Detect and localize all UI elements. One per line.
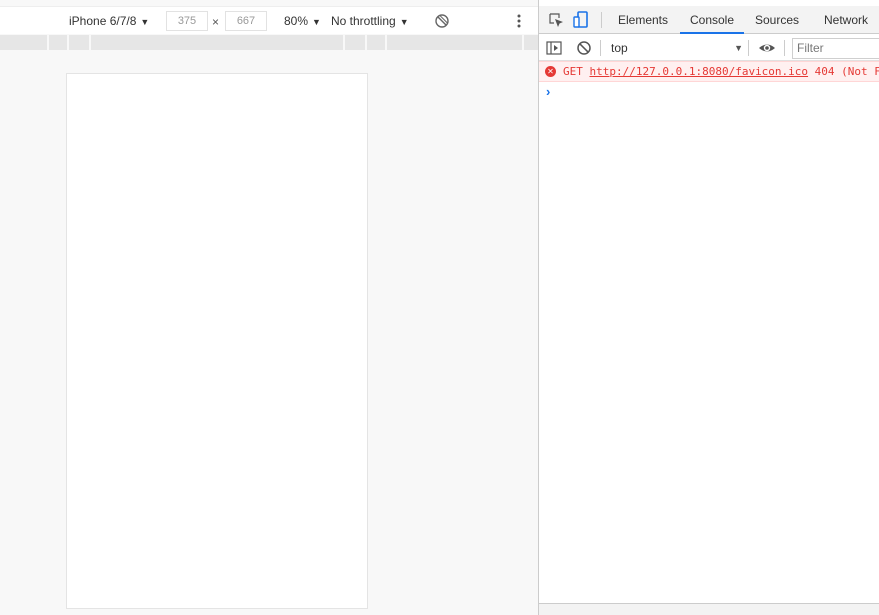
throttling-select-label: No throttling: [331, 14, 396, 28]
request-method: GET: [563, 65, 583, 78]
tab-console[interactable]: Console: [680, 6, 744, 34]
prompt-chevron-icon: ›: [546, 84, 551, 99]
chevron-down-icon: ▼: [140, 17, 150, 27]
media-query-divider: [89, 35, 91, 50]
devtools-tabbar: Elements Console Sources Network: [539, 6, 879, 34]
chevron-down-icon: ▼: [312, 17, 321, 27]
request-url-link[interactable]: http://127.0.0.1:8080/favicon.ico: [590, 65, 809, 78]
eye-icon[interactable]: [758, 40, 776, 56]
console-toolbar: top ▼ Filter: [539, 35, 879, 61]
clear-console-icon[interactable]: [576, 40, 592, 56]
context-select[interactable]: top ▼: [611, 38, 743, 58]
context-select-label: top: [611, 41, 628, 55]
console-prompt[interactable]: ›: [539, 83, 879, 101]
filter-input[interactable]: Filter: [792, 38, 879, 59]
throttling-select[interactable]: No throttling ▼: [331, 7, 409, 35]
response-status: 404 (Not Found): [814, 65, 879, 78]
inspect-element-icon[interactable]: [548, 12, 564, 28]
toolbar-divider: [601, 12, 602, 28]
tab-sources[interactable]: Sources: [748, 6, 806, 34]
device-select[interactable]: iPhone 6/7/8 ▼: [69, 7, 149, 35]
chevron-down-icon: ▼: [734, 43, 743, 53]
device-emulation-pane: iPhone 6/7/8 ▼ 375 × 667 80% ▼ No throttli…: [0, 0, 538, 615]
media-query-bar[interactable]: [0, 35, 538, 50]
console-sidebar-icon[interactable]: [546, 40, 562, 56]
zoom-select-label: 80%: [284, 14, 309, 28]
dimension-separator: ×: [212, 15, 220, 29]
console-messages: ✕ GET http://127.0.0.1:8080/favicon.ico …: [539, 61, 879, 601]
media-query-divider: [67, 35, 69, 50]
devtools-panel: Elements Console Sources Network top ▼ F…: [539, 0, 879, 615]
device-toolbar: iPhone 6/7/8 ▼ 375 × 667 80% ▼ No throttli…: [0, 6, 538, 34]
more-options-icon[interactable]: [512, 13, 526, 29]
error-text: GET http://127.0.0.1:8080/favicon.ico 40…: [563, 62, 879, 81]
media-query-divider: [47, 35, 49, 50]
media-query-divider: [365, 35, 367, 50]
error-icon: ✕: [545, 66, 556, 77]
drawer-strip[interactable]: [539, 603, 879, 615]
tab-elements[interactable]: Elements: [612, 6, 674, 34]
device-select-label: iPhone 6/7/8: [69, 14, 137, 28]
toolbar-divider: [600, 40, 601, 56]
toolbar-divider: [784, 40, 785, 56]
media-query-divider: [385, 35, 387, 50]
device-toggle-icon[interactable]: [573, 11, 589, 29]
height-input[interactable]: 667: [225, 11, 267, 31]
chevron-down-icon: ▼: [399, 17, 409, 27]
device-viewport[interactable]: [66, 73, 368, 609]
tab-network[interactable]: Network: [815, 6, 877, 34]
media-query-divider: [343, 35, 345, 50]
width-input[interactable]: 375: [166, 11, 208, 31]
toolbar-divider: [748, 40, 749, 56]
media-query-divider: [522, 35, 524, 50]
zoom-select[interactable]: 80% ▼: [284, 7, 321, 35]
rotate-icon[interactable]: [434, 13, 450, 29]
console-error-message: ✕ GET http://127.0.0.1:8080/favicon.ico …: [539, 61, 879, 82]
